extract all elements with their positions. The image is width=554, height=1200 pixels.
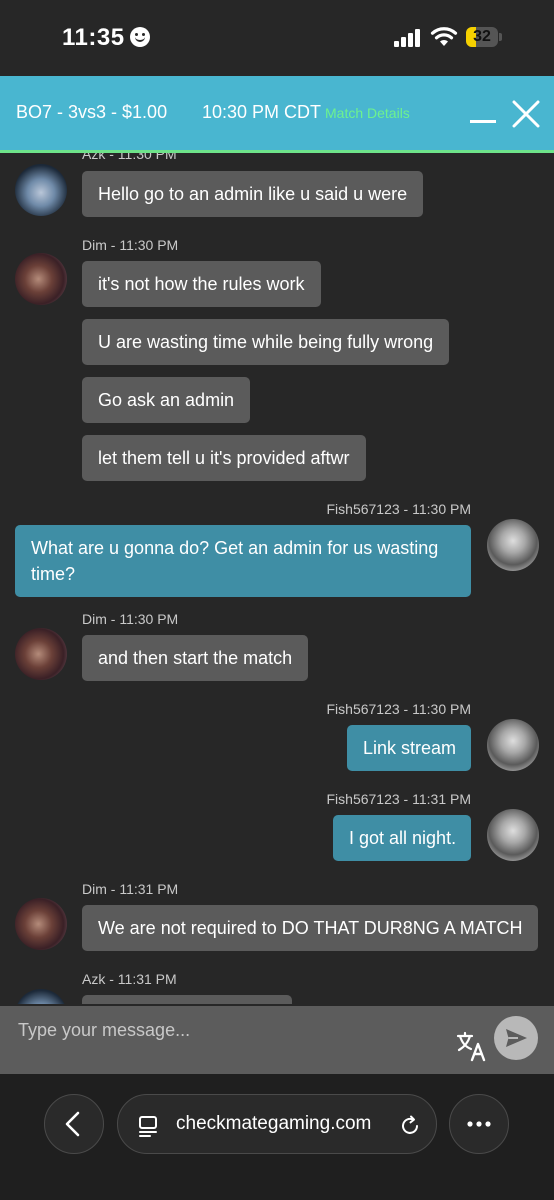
avatar (487, 809, 539, 861)
message-meta: Dim - 11:31 PM (82, 881, 179, 897)
message-input[interactable] (16, 1016, 440, 1044)
message-meta: Azk - 11:30 PM (82, 153, 177, 162)
message-bubble: let them tell u it's provided aftwr (82, 435, 366, 481)
message-bubble: it's not how the rules work (82, 261, 321, 307)
message-bubble: U are wasting time while being fully wro… (82, 319, 450, 365)
message-bubble: Link stream (347, 725, 471, 771)
message-meta: Dim - 11:30 PM (82, 237, 179, 253)
url-text: checkmategaming.com (176, 1113, 372, 1134)
message-bubble: We are not required to DO THAT DUR8NG A … (82, 905, 539, 951)
match-title: BO7 - 3vs3 - $1.00 (16, 102, 168, 122)
status-time-text: 11:35 (62, 24, 125, 51)
battery-icon: 32 (466, 27, 498, 47)
avatar (15, 989, 67, 1004)
cellular-signal-icon (394, 29, 422, 47)
wifi-icon (430, 27, 458, 46)
send-button[interactable] (494, 1016, 538, 1060)
message-bubble: What are u gonna do? Get an admin for us… (15, 525, 471, 597)
message-bubble (82, 995, 292, 1004)
more-button[interactable] (449, 1094, 509, 1154)
chevron-left-icon (65, 1111, 80, 1137)
message-bubble: Go ask an admin (82, 377, 251, 423)
battery-tip (499, 33, 502, 41)
browser-toolbar: checkmategaming.com (0, 1074, 554, 1200)
translate-icon[interactable] (456, 1030, 488, 1062)
message-bubble: I got all night. (333, 815, 471, 861)
reload-icon[interactable] (398, 1114, 422, 1138)
match-details-link[interactable]: Match Details (325, 105, 410, 121)
avatar (15, 628, 67, 680)
status-bar: 11:35 32 (0, 0, 554, 76)
message-meta: Fish567123 - 11:30 PM (326, 701, 472, 717)
message-meta: Fish567123 - 11:31 PM (326, 791, 472, 807)
minimize-icon[interactable] (470, 120, 496, 123)
chat-area[interactable]: Azk - 11:30 PM Hello go to an admin like… (0, 153, 554, 1004)
page-settings-icon[interactable] (136, 1114, 160, 1138)
address-bar[interactable]: checkmategaming.com (117, 1094, 437, 1154)
send-icon (506, 1029, 527, 1047)
message-bubble: and then start the match (82, 635, 309, 681)
battery-level: 32 (473, 28, 491, 45)
focus-mode-icon (129, 27, 150, 47)
avatar (15, 164, 67, 216)
close-icon[interactable] (510, 98, 542, 130)
avatar (487, 519, 539, 571)
match-header: BO7 - 3vs3 - $1.00 10:30 PM CDT Match De… (0, 76, 554, 153)
message-bubble: Hello go to an admin like u said u were (82, 171, 424, 217)
back-button[interactable] (44, 1094, 104, 1154)
message-meta: Azk - 11:31 PM (82, 971, 177, 987)
match-time: 10:30 PM CDT (202, 102, 322, 122)
avatar (15, 898, 67, 950)
avatar (487, 719, 539, 771)
message-composer (0, 1006, 554, 1074)
avatar (15, 253, 67, 305)
status-time: 11:35 (62, 24, 150, 52)
message-meta: Dim - 11:30 PM (82, 611, 179, 627)
more-icon (467, 1121, 491, 1127)
message-meta: Fish567123 - 11:30 PM (326, 501, 472, 517)
